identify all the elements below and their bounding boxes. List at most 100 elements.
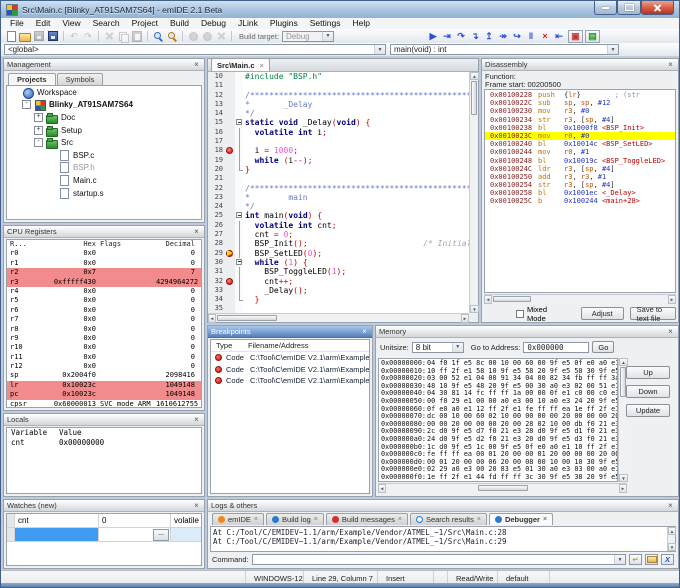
menu-item-search[interactable]: Search: [87, 18, 126, 29]
menu-item-help[interactable]: Help: [346, 18, 375, 29]
debugger-log[interactable]: At C:/Tool/C/EMIDEV~1.1/arm/Example/Vend…: [210, 526, 676, 552]
close-tab-icon[interactable]: ×: [314, 516, 318, 523]
tree-item-blinky-at91sam7s64[interactable]: -Blinky_AT91SAM7S64: [7, 99, 201, 112]
code-line[interactable]: 33 _Delay();: [208, 286, 469, 295]
disassembly-listing[interactable]: 0x00100228push{lr} ; (str0x0010022Csubsp…: [484, 89, 676, 293]
register-row[interactable]: r110x00: [7, 353, 201, 362]
register-row[interactable]: r80x00: [7, 325, 201, 334]
breakpoint-margin[interactable]: [225, 286, 235, 295]
tree-item-setup[interactable]: +Setup: [7, 124, 201, 137]
code-line[interactable]: 28 BSP_Init(); /* Initiali: [208, 239, 469, 248]
code-line[interactable]: 24*/: [208, 202, 469, 211]
disassembly-line[interactable]: 0x00100234strr3, [sp, #4]: [485, 116, 675, 124]
breakpoint-margin[interactable]: [225, 267, 235, 276]
disassembly-line[interactable]: 0x0010022Csubsp, sp, #12: [485, 99, 675, 107]
disassembly-line[interactable]: 0x00100248bl0x10019c <BSP_ToggleLED>: [485, 157, 675, 165]
register-row[interactable]: r90x00: [7, 334, 201, 343]
abort-build-button[interactable]: [215, 30, 228, 42]
clear-command-button[interactable]: X: [661, 554, 674, 565]
code-line[interactable]: 13* _Delay: [208, 100, 469, 109]
disassembly-line[interactable]: 0x0010025Cb0x100244 <main+28>: [485, 197, 675, 205]
paste-button[interactable]: [131, 30, 144, 42]
expand-icon[interactable]: +: [34, 113, 43, 122]
editor-vertical-scrollbar[interactable]: ▲ ▼: [469, 72, 478, 313]
breakpoint-margin[interactable]: [225, 174, 235, 183]
step-into-button[interactable]: ↴: [468, 30, 482, 42]
break-debugger-button[interactable]: ‖: [524, 30, 538, 42]
minimize-button[interactable]: [594, 1, 617, 15]
save-all-button[interactable]: [47, 30, 60, 42]
breakpoint-row[interactable]: CodeC:\Tool\C\emIDE V2.1\arm\Example\Ven…: [211, 375, 369, 387]
step-out-button[interactable]: ↥: [482, 30, 496, 42]
breakpoint-margin[interactable]: [225, 137, 235, 146]
cut-button[interactable]: [103, 30, 116, 42]
down-button[interactable]: Down: [626, 385, 670, 398]
code-line[interactable]: 35: [208, 304, 469, 313]
close-panel-icon[interactable]: ×: [192, 415, 201, 425]
register-row[interactable]: sp0x2004f02098416: [7, 371, 201, 380]
register-row[interactable]: r70x00: [7, 315, 201, 324]
code-line[interactable]: 16 volatile int i;: [208, 128, 469, 137]
new-file-button[interactable]: [5, 30, 18, 42]
log-tab-search-results[interactable]: Search results×: [410, 513, 487, 525]
scrollbar-thumb[interactable]: [493, 296, 531, 302]
mixed-mode-checkbox[interactable]: [516, 310, 524, 318]
tree-item-doc[interactable]: +Doc: [7, 111, 201, 124]
scroll-left-arrow[interactable]: ◄: [484, 295, 492, 304]
maximize-button[interactable]: [617, 1, 641, 15]
code-line[interactable]: 30 while (1) {: [208, 258, 469, 267]
close-panel-icon[interactable]: ×: [192, 227, 201, 237]
code-line[interactable]: 18 i = 1000;: [208, 146, 469, 155]
code-line[interactable]: 22/*************************************…: [208, 184, 469, 193]
adjust-button[interactable]: Adjust: [581, 307, 624, 320]
menu-item-view[interactable]: View: [56, 18, 86, 29]
register-row[interactable]: r120x00: [7, 362, 201, 371]
register-row[interactable]: lr0x10023c1049148: [7, 381, 201, 390]
menu-item-jlink[interactable]: JLink: [232, 18, 264, 29]
tree-item-bsp-c[interactable]: BSP.c: [7, 149, 201, 162]
memory-row[interactable]: 0x000000f0:1e ff 2f e1 44 fd ff ff 3c 30…: [379, 474, 617, 482]
register-row[interactable]: r10x00: [7, 259, 201, 268]
watch-new-entry-row[interactable]: ...: [7, 528, 201, 542]
tree-item-bsp-h[interactable]: BSP.h: [7, 162, 201, 175]
register-row[interactable]: r40x00: [7, 287, 201, 296]
find-in-files-button[interactable]: [166, 30, 179, 42]
breakpoint-margin[interactable]: [225, 211, 235, 220]
build-button[interactable]: [201, 30, 214, 42]
menu-item-edit[interactable]: Edit: [30, 18, 57, 29]
breakpoint-margin[interactable]: [225, 202, 235, 211]
stop-debugger-button[interactable]: ×: [538, 30, 552, 42]
code-line[interactable]: 32 cnt++;: [208, 277, 469, 286]
scroll-up-arrow[interactable]: ▲: [619, 358, 628, 366]
close-panel-icon[interactable]: ×: [666, 501, 675, 511]
scrollbar-thumb[interactable]: [471, 81, 477, 115]
collapse-icon[interactable]: -: [34, 138, 43, 147]
tab-projects[interactable]: Projects: [8, 73, 56, 85]
run-to-cursor-button[interactable]: ⇥: [440, 30, 454, 42]
local-variable-row[interactable]: cnt0x00000000: [7, 438, 201, 448]
scroll-up-arrow[interactable]: ▲: [470, 72, 479, 80]
disassembly-line[interactable]: 0x00100244movr0, #1: [485, 148, 675, 156]
tree-item-workspace[interactable]: Workspace: [7, 86, 201, 99]
run-command-button[interactable]: ↵: [629, 554, 642, 565]
disassembly-panel-header[interactable]: Disassembly ×: [482, 59, 678, 71]
watch-row[interactable]: cnt0volatile int: [7, 514, 201, 528]
reset-debugger-button[interactable]: ⇤: [552, 30, 566, 42]
breakpoint-margin[interactable]: [225, 239, 235, 248]
menu-item-settings[interactable]: Settings: [304, 18, 347, 29]
logs-panel-header[interactable]: Logs & others ×: [208, 500, 678, 512]
close-tab-icon[interactable]: ×: [398, 516, 402, 523]
command-input[interactable]: ▼: [252, 554, 626, 565]
breakpoint-row[interactable]: CodeC:\Tool\C\emIDE V2.1\arm\Example\Ven…: [211, 352, 369, 364]
log-vertical-scrollbar[interactable]: ▲ ▼: [667, 527, 675, 551]
code-line[interactable]: 12/*************************************…: [208, 91, 469, 100]
code-line[interactable]: 25int main(void) {: [208, 211, 469, 220]
compile-button[interactable]: [187, 30, 200, 42]
breakpoint-margin[interactable]: [225, 193, 235, 202]
close-panel-icon[interactable]: ×: [360, 327, 369, 337]
close-panel-icon[interactable]: ×: [192, 501, 201, 511]
goto-address-input[interactable]: 0x000000: [523, 342, 589, 353]
current-line-breakpoint-marker[interactable]: [225, 249, 235, 258]
save-to-text-file-button[interactable]: Save to text file: [630, 307, 676, 320]
log-tab-debugger[interactable]: Debugger×: [489, 513, 553, 525]
